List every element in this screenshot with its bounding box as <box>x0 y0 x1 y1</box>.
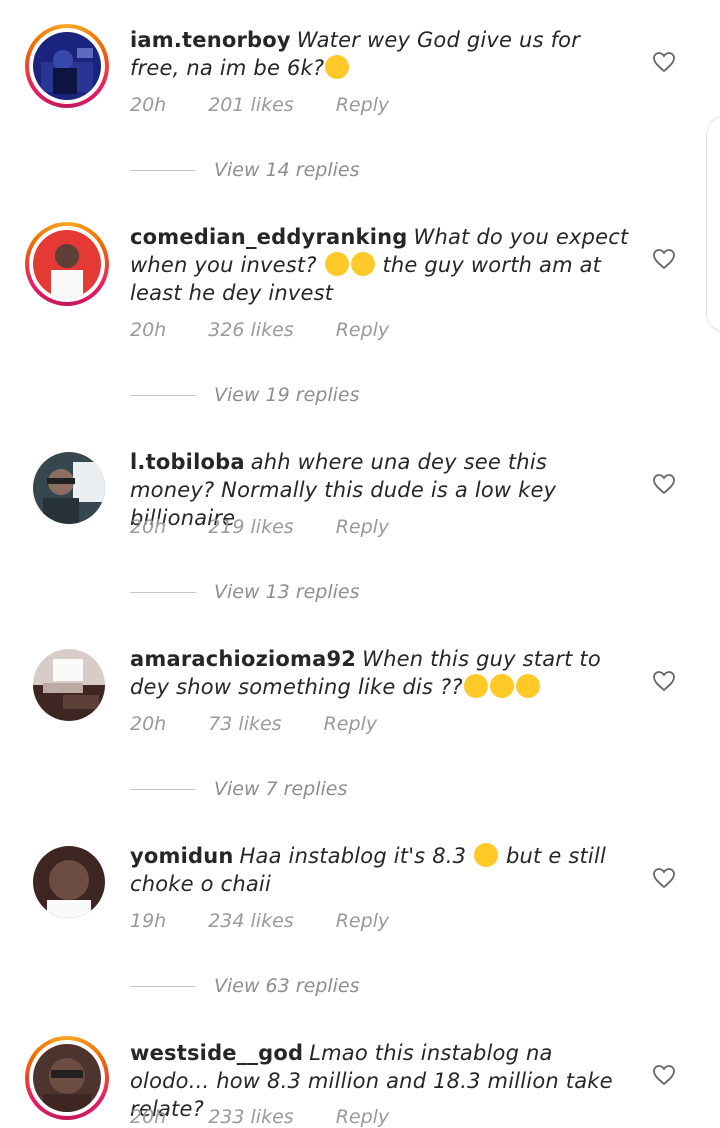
heart-outline-icon[interactable] <box>652 473 676 495</box>
slightly-smiling-face-icon <box>325 55 350 79</box>
face-with-rolling-eyes-icon <box>515 674 540 698</box>
comment-text: iam.tenorboy Water wey God give us for fr… <box>130 26 630 82</box>
comment-username[interactable]: yomidun <box>130 844 234 868</box>
comment-time: 20h <box>130 516 167 538</box>
view-replies-line <box>130 788 196 790</box>
view-replies-label: View 63 replies <box>214 975 360 997</box>
comment-text: comedian_eddyranking What do you expect w… <box>130 223 630 307</box>
comment-meta: 20h 219 likes Reply <box>130 516 431 538</box>
heart-outline-icon[interactable] <box>652 867 676 889</box>
comment-username[interactable]: amarachiozioma92 <box>130 647 356 671</box>
comment-time: 20h <box>130 1106 167 1128</box>
comment-username[interactable]: westside__god <box>130 1041 303 1065</box>
comment-time: 20h <box>130 713 167 735</box>
avatar-story-ring[interactable] <box>25 1036 109 1120</box>
comment-likes[interactable]: 219 likes <box>208 516 293 538</box>
view-replies-line <box>130 591 196 593</box>
reply-button[interactable]: Reply <box>336 319 389 341</box>
reply-button[interactable]: Reply <box>336 1106 389 1128</box>
comment-meta: 20h 73 likes Reply <box>130 713 419 735</box>
comment-text: amarachiozioma92 When this guy start to d… <box>130 645 630 701</box>
face-with-rolling-eyes-icon <box>489 674 514 698</box>
comment-likes[interactable]: 201 likes <box>208 94 293 116</box>
heart-outline-icon[interactable] <box>652 670 676 692</box>
avatar <box>33 32 101 100</box>
view-replies-button[interactable]: View 7 replies <box>130 777 347 801</box>
heart-outline-icon[interactable] <box>652 1064 676 1086</box>
comment-time: 20h <box>130 94 167 116</box>
view-replies-label: View 14 replies <box>214 159 360 181</box>
avatar <box>33 452 105 524</box>
comment-meta: 20h 233 likes Reply <box>130 1106 431 1128</box>
comment-time: 20h <box>130 319 167 341</box>
comment-username[interactable]: comedian_eddyranking <box>130 225 407 249</box>
reply-button[interactable]: Reply <box>324 713 377 735</box>
view-replies-label: View 7 replies <box>214 778 348 800</box>
avatar-wrapper[interactable] <box>25 452 109 536</box>
reply-button[interactable]: Reply <box>336 910 389 932</box>
comment-likes[interactable]: 233 likes <box>208 1106 293 1128</box>
comment-likes[interactable]: 73 likes <box>208 713 281 735</box>
avatar-story-ring[interactable] <box>25 24 109 108</box>
heart-outline-icon[interactable] <box>652 248 676 270</box>
view-replies-label: View 19 replies <box>214 384 360 406</box>
avatar-wrapper[interactable] <box>25 649 109 733</box>
comment-likes[interactable]: 326 likes <box>208 319 293 341</box>
comment-time: 19h <box>130 910 167 932</box>
side-panel-edge <box>706 116 720 332</box>
reply-button[interactable]: Reply <box>336 94 389 116</box>
comment-text: yomidun Haa instablog it's 8.3 but e stil… <box>130 842 630 898</box>
rolling-on-the-floor-laughing-icon <box>474 843 499 867</box>
view-replies-button[interactable]: View 19 replies <box>130 383 359 407</box>
view-replies-line <box>130 169 196 171</box>
avatar <box>33 649 105 721</box>
avatar <box>33 1044 101 1112</box>
avatar <box>33 230 101 298</box>
comment-meta: 20h 201 likes Reply <box>130 94 431 116</box>
view-replies-button[interactable]: View 13 replies <box>130 580 359 604</box>
view-replies-line <box>130 985 196 987</box>
avatar-story-ring[interactable] <box>25 222 109 306</box>
comment-meta: 20h 326 likes Reply <box>130 319 431 341</box>
comment-username[interactable]: iam.tenorboy <box>130 28 291 52</box>
comment-meta: 19h 234 likes Reply <box>130 910 431 932</box>
view-replies-button[interactable]: View 14 replies <box>130 158 359 182</box>
view-replies-button[interactable]: View 63 replies <box>130 974 359 998</box>
avatar-wrapper[interactable] <box>25 846 109 930</box>
face-with-tears-of-joy-icon <box>350 252 375 276</box>
avatar <box>33 846 105 918</box>
reply-button[interactable]: Reply <box>336 516 389 538</box>
comment-likes[interactable]: 234 likes <box>208 910 293 932</box>
view-replies-label: View 13 replies <box>214 581 360 603</box>
comment-username[interactable]: l.tobiloba <box>130 450 245 474</box>
heart-outline-icon[interactable] <box>652 51 676 73</box>
view-replies-line <box>130 394 196 396</box>
face-with-tears-of-joy-icon <box>324 252 349 276</box>
comment-body: Haa instablog it's 8.3 <box>239 844 467 868</box>
face-with-rolling-eyes-icon <box>463 674 488 698</box>
